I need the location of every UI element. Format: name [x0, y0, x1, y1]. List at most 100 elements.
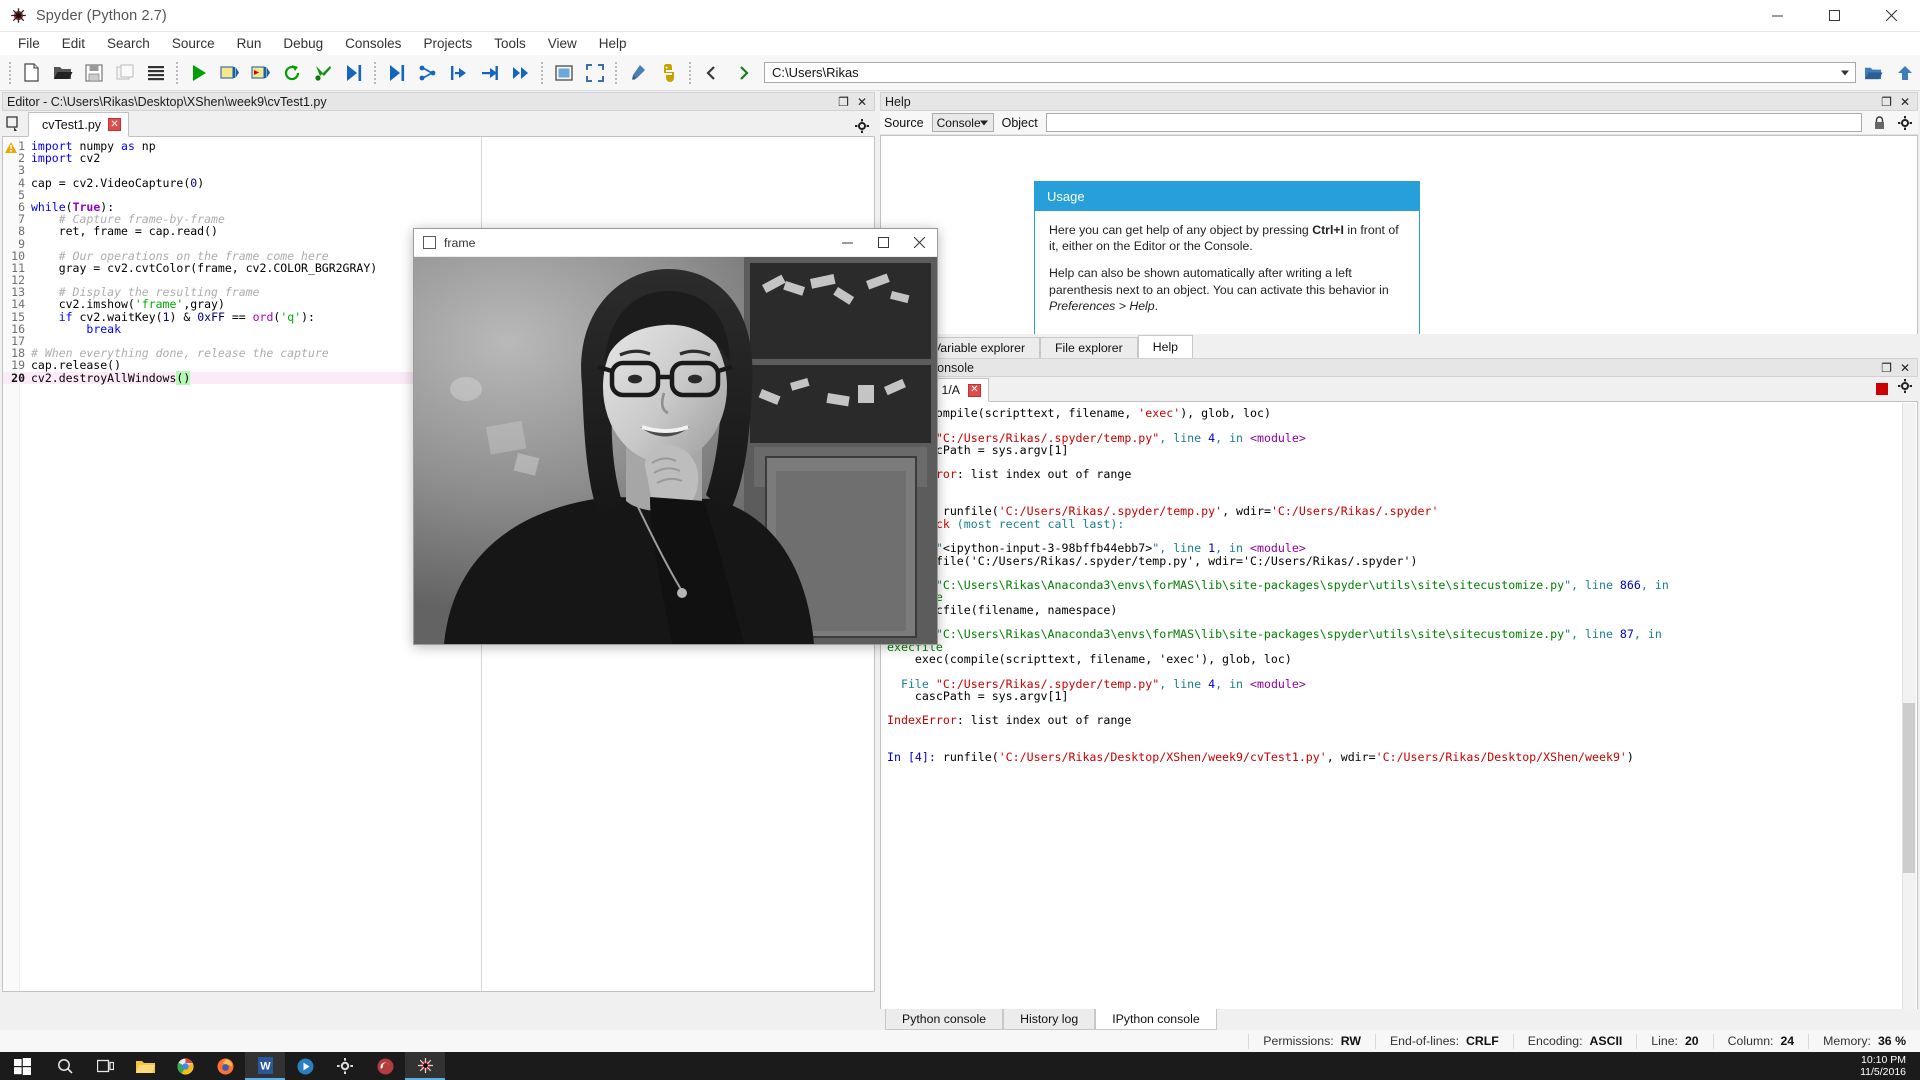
configure-run-icon[interactable]	[308, 59, 337, 87]
maximize-button[interactable]	[1806, 0, 1863, 32]
tab-history-log[interactable]: History log	[1003, 1009, 1096, 1030]
console-token: cascPath = sys.argv[1]	[887, 688, 1069, 703]
back-icon[interactable]	[697, 59, 726, 87]
console-scrollbar[interactable]	[1902, 403, 1916, 1010]
run-cell-advance-icon[interactable]	[246, 59, 275, 87]
menu-debug[interactable]: Debug	[272, 33, 334, 54]
help-source-label: Source	[884, 115, 924, 130]
menu-projects[interactable]: Projects	[412, 33, 483, 54]
frame-maximize-button[interactable]	[865, 229, 901, 257]
new-file-icon[interactable]	[17, 59, 46, 87]
cortana-search-icon[interactable]	[45, 1052, 85, 1080]
help-object-input[interactable]	[1045, 113, 1862, 132]
line-number: 8	[18, 224, 25, 239]
minimize-button[interactable]	[1749, 0, 1806, 32]
file-explorer-icon[interactable]	[125, 1052, 165, 1080]
console-scrollbar-thumb[interactable]	[1903, 703, 1915, 873]
console-token: <module>	[1250, 430, 1306, 445]
editor-close-button[interactable]: ✕	[857, 96, 867, 108]
console-token: IndexError	[887, 713, 957, 728]
tab-help[interactable]: Help	[1137, 335, 1194, 358]
opencv-frame-window[interactable]: frame	[413, 228, 938, 645]
editor-options-gear-icon[interactable]	[849, 119, 875, 136]
menu-edit[interactable]: Edit	[51, 33, 96, 54]
debug-file-icon[interactable]	[339, 59, 368, 87]
firefox-icon[interactable]	[205, 1052, 245, 1080]
help-undock-button[interactable]: ❐	[1881, 96, 1892, 108]
stop-button[interactable]	[1876, 382, 1888, 395]
menu-run[interactable]: Run	[226, 33, 273, 54]
editor-undock-button[interactable]: ❐	[838, 96, 849, 108]
chevron-down-icon[interactable]	[979, 120, 988, 125]
chevron-down-icon[interactable]	[1841, 70, 1849, 75]
main-toolbar: C:\Users\Rikas	[0, 55, 1920, 91]
settings-icon[interactable]	[325, 1052, 365, 1080]
save-session-icon[interactable]	[141, 59, 170, 87]
console-token: , in	[1215, 676, 1251, 691]
frame-close-button[interactable]	[901, 229, 937, 257]
console-session-tab-close-icon[interactable]: ✕	[968, 383, 981, 397]
step-return-icon[interactable]	[444, 59, 473, 87]
menu-source[interactable]: Source	[161, 33, 226, 54]
chrome-icon[interactable]	[165, 1052, 205, 1080]
task-view-icon[interactable]	[85, 1052, 125, 1080]
menu-tools[interactable]: Tools	[483, 33, 537, 54]
re-run-cell-icon[interactable]	[277, 59, 306, 87]
console-token: ", line	[1564, 627, 1620, 642]
step-into-icon[interactable]	[413, 59, 442, 87]
frame-minimize-button[interactable]	[829, 229, 865, 257]
python-path-icon[interactable]	[654, 59, 683, 87]
console-options-gear-icon[interactable]	[1898, 379, 1912, 398]
tab-file-explorer[interactable]: File explorer	[1040, 337, 1138, 358]
windows-start-icon[interactable]	[0, 1052, 45, 1080]
help-close-button[interactable]: ✕	[1900, 96, 1910, 108]
close-button[interactable]	[1863, 0, 1920, 32]
fullscreen-icon[interactable]	[580, 59, 609, 87]
working-directory-combobox[interactable]: C:\Users\Rikas	[764, 62, 1856, 83]
spyder-icon[interactable]	[405, 1052, 445, 1080]
menu-search[interactable]: Search	[96, 33, 161, 54]
open-file-icon[interactable]	[48, 59, 77, 87]
run-file-icon[interactable]	[184, 59, 213, 87]
menu-help[interactable]: Help	[588, 33, 638, 54]
help-source-select[interactable]: Console	[931, 113, 994, 132]
continue-icon[interactable]	[475, 59, 504, 87]
word-icon[interactable]: W	[245, 1052, 285, 1080]
forward-icon[interactable]	[728, 59, 757, 87]
editor-file-tab-close-icon[interactable]: ✕	[108, 118, 122, 131]
tab-ipython-console[interactable]: IPython console	[1095, 1009, 1217, 1030]
save-file-icon[interactable]	[79, 59, 108, 87]
code-token: ()	[176, 370, 191, 385]
browse-directory-icon[interactable]	[1859, 59, 1888, 87]
console-undock-button[interactable]: ❐	[1881, 362, 1892, 374]
menu-consoles[interactable]: Consoles	[334, 33, 412, 54]
browse-tabs-icon[interactable]	[2, 112, 28, 136]
step-over-icon[interactable]	[382, 59, 411, 87]
toolbar-separator	[9, 61, 11, 84]
taskbar-clock[interactable]: 10:10 PM 11/5/2016	[1860, 1054, 1920, 1078]
working-directory-value: C:\Users\Rikas	[772, 65, 859, 80]
console-output[interactable]: compile(scripttext, filename, 'exec'), g…	[880, 402, 1918, 1012]
console-close-button[interactable]: ✕	[1900, 362, 1910, 374]
menu-file[interactable]: File	[7, 33, 51, 54]
parent-directory-icon[interactable]	[1890, 59, 1919, 87]
lock-icon[interactable]	[1870, 114, 1888, 132]
status-column-label: Column:	[1727, 1034, 1774, 1048]
status-line: Line: 20	[1636, 1033, 1712, 1049]
menu-view[interactable]: View	[537, 33, 588, 54]
help-options-gear-icon[interactable]	[1896, 114, 1914, 132]
preferences-icon[interactable]	[623, 59, 652, 87]
console-line: In [4]: runfile('C:/Users/Rikas/Desktop/…	[887, 751, 1917, 763]
spyder-logo-icon	[10, 7, 27, 24]
console-line: IndexError: list index out of range	[887, 468, 1917, 480]
maximize-pane-icon[interactable]	[549, 59, 578, 87]
help-toolbar: Source Console Object	[880, 111, 1918, 135]
editor-file-tab[interactable]: cvTest1.py ✕	[28, 112, 130, 137]
run-selection-icon[interactable]	[506, 59, 535, 87]
run-cell-icon[interactable]	[215, 59, 244, 87]
media-player-icon[interactable]	[285, 1052, 325, 1080]
tab-python-console[interactable]: Python console	[885, 1009, 1004, 1030]
anaconda-icon[interactable]	[365, 1052, 405, 1080]
save-all-icon[interactable]	[110, 59, 139, 87]
